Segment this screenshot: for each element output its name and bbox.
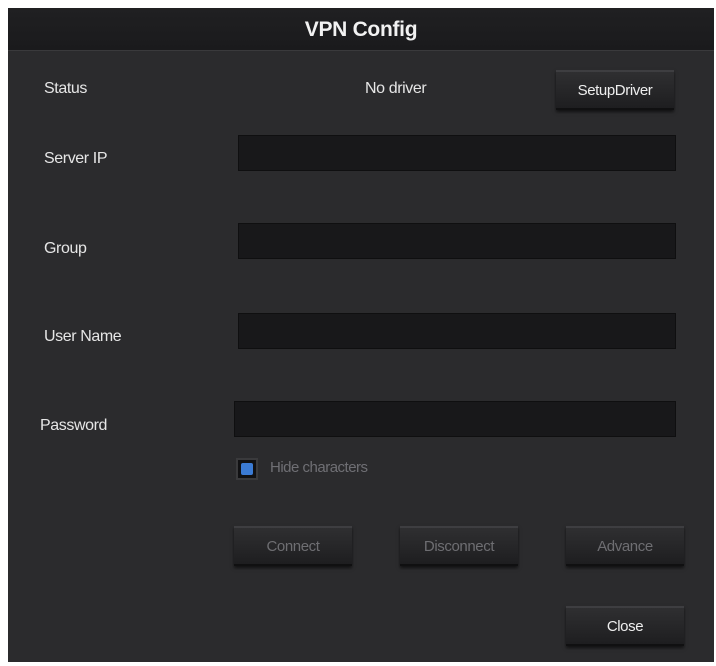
hide-characters-checkbox[interactable]: [236, 458, 258, 480]
advance-button[interactable]: Advance: [566, 526, 684, 566]
user-name-input[interactable]: [238, 313, 676, 349]
close-button[interactable]: Close: [566, 606, 684, 646]
vpn-config-dialog: VPN Config Status No driver SetupDriver …: [8, 8, 714, 662]
status-label: Status: [44, 80, 87, 97]
group-label: Group: [44, 240, 87, 257]
hide-characters-label[interactable]: Hide characters: [270, 459, 368, 476]
user-name-label: User Name: [44, 328, 122, 345]
dialog-titlebar[interactable]: VPN Config: [8, 8, 714, 51]
connect-button[interactable]: Connect: [234, 526, 352, 566]
password-input[interactable]: [234, 401, 676, 437]
server-ip-input[interactable]: [238, 135, 676, 171]
group-input[interactable]: [238, 223, 676, 259]
password-label: Password: [40, 417, 108, 434]
status-value: No driver: [365, 80, 427, 97]
checkbox-checked-mark: [241, 463, 253, 475]
server-ip-label: Server IP: [44, 150, 108, 167]
setup-driver-button[interactable]: SetupDriver: [556, 70, 674, 110]
dialog-title: VPN Config: [304, 18, 418, 41]
disconnect-button[interactable]: Disconnect: [400, 526, 518, 566]
